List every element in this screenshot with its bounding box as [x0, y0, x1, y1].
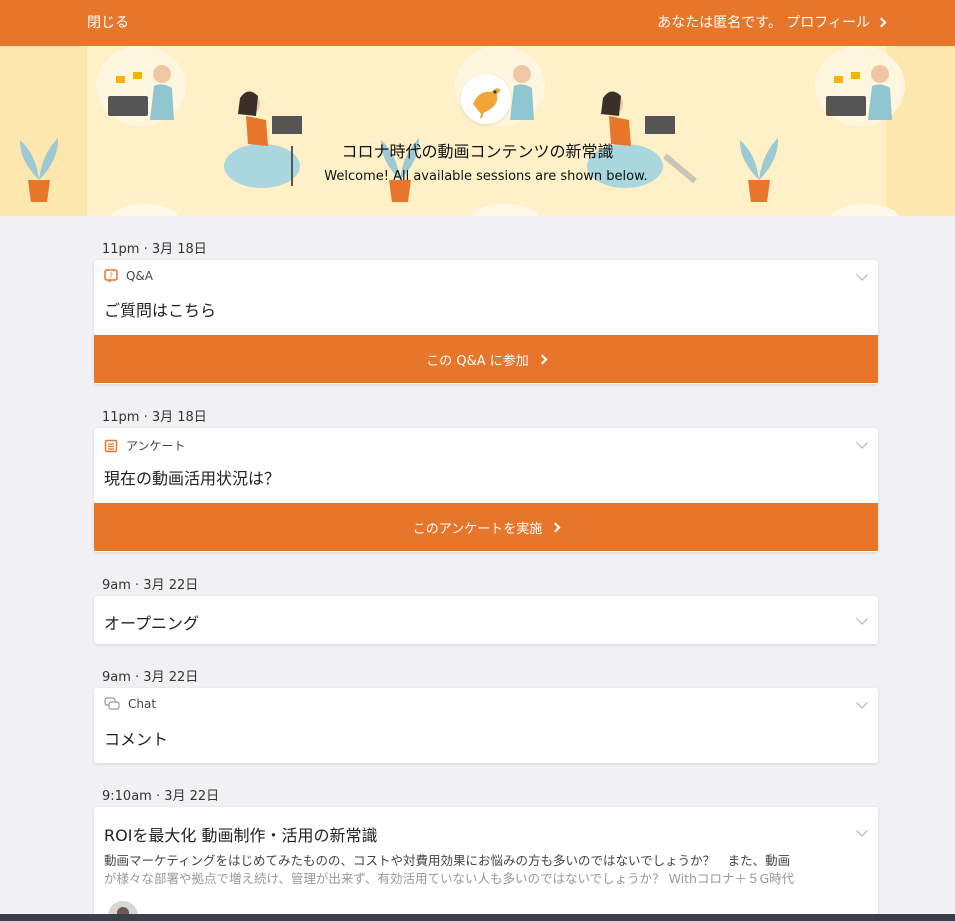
- session-type: Chat: [104, 697, 156, 711]
- session-type: ? Q&A: [104, 269, 153, 283]
- session-title: ROIを最大化 動画制作・活用の新常識: [104, 826, 378, 845]
- chevron-down-icon[interactable]: [856, 613, 868, 625]
- session-time: 9am · 3月 22日: [102, 670, 199, 685]
- session-type-label: Chat: [128, 697, 157, 711]
- session-description: 動画マーケティングをはじめてみたものの、コストや対費用効果にお悩みの方も多いので…: [104, 853, 791, 868]
- profile-link-label: あなたは匿名です。 プロフィール: [657, 15, 870, 31]
- chevron-down-icon[interactable]: [856, 437, 868, 449]
- session-time: 9am · 3月 22日: [102, 578, 199, 593]
- svg-text:?: ?: [109, 272, 113, 281]
- session-time: 11pm · 3月 18日: [102, 410, 207, 425]
- chevron-down-icon[interactable]: [856, 697, 868, 709]
- profile-link[interactable]: あなたは匿名です。 プロフィール: [657, 12, 887, 32]
- session-title: 現在の動画活用状況は？: [104, 469, 281, 488]
- session-card-opening[interactable]: オープニング: [94, 596, 878, 644]
- join-qa-button-label: この Q&A に参加: [426, 353, 529, 369]
- person-laptop-illustration: [826, 65, 892, 120]
- join-qa-button[interactable]: この Q&A に参加: [94, 335, 878, 383]
- chevron-down-icon[interactable]: [856, 825, 868, 837]
- session-card-talk[interactable]: ROIを最大化 動画制作・活用の新常識 動画マーケティングをはじめてみたものの、…: [94, 807, 878, 921]
- event-banner: コロナ時代の動画コンテンツの新常識 Welcome! All available…: [0, 46, 955, 216]
- session-card-qa[interactable]: ? Q&A ご質問はこちら この Q&A に参加: [94, 260, 878, 384]
- clipboard-list-icon: [104, 439, 118, 452]
- person-laptop-illustration: [108, 65, 174, 120]
- chevron-right-icon: [537, 354, 548, 364]
- chevron-down-icon[interactable]: [856, 269, 868, 281]
- session-type-label: Q&A: [126, 269, 154, 283]
- event-welcome-text: Welcome! All available sessions are show…: [324, 169, 648, 184]
- bottom-bar: [0, 914, 955, 921]
- session-title: コメント: [104, 730, 169, 749]
- event-title: コロナ時代の動画コンテンツの新常識: [341, 142, 614, 161]
- take-survey-button-label: このアンケートを実施: [412, 521, 543, 537]
- chevron-right-icon: [550, 522, 561, 532]
- take-survey-button[interactable]: このアンケートを実施: [94, 503, 878, 551]
- question-bubble-icon: ?: [104, 269, 118, 283]
- session-title: オープニング: [104, 614, 200, 633]
- session-card-chat[interactable]: Chat コメント: [94, 688, 878, 763]
- session-description: が様々な部署や拠点で増え続け、管理が出来ず、有効活用ていない人も多いのではないで…: [104, 871, 795, 886]
- session-title: ご質問はこちら: [104, 301, 217, 320]
- bird-icon: [473, 88, 501, 119]
- event-logo: [461, 74, 511, 124]
- session-type-label: アンケート: [126, 439, 186, 453]
- session-time: 9:10am · 3月 22日: [102, 789, 220, 804]
- session-type: アンケート: [104, 437, 186, 454]
- close-button[interactable]: 閉じる: [87, 12, 129, 32]
- session-card-survey[interactable]: アンケート 現在の動画活用状況は？ このアンケートを実施: [94, 428, 878, 552]
- top-bar: 閉じる あなたは匿名です。 プロフィール: [0, 0, 955, 46]
- chevron-right-icon: [876, 17, 887, 27]
- session-time: 11pm · 3月 18日: [102, 242, 207, 257]
- chat-bubbles-icon: [104, 697, 120, 710]
